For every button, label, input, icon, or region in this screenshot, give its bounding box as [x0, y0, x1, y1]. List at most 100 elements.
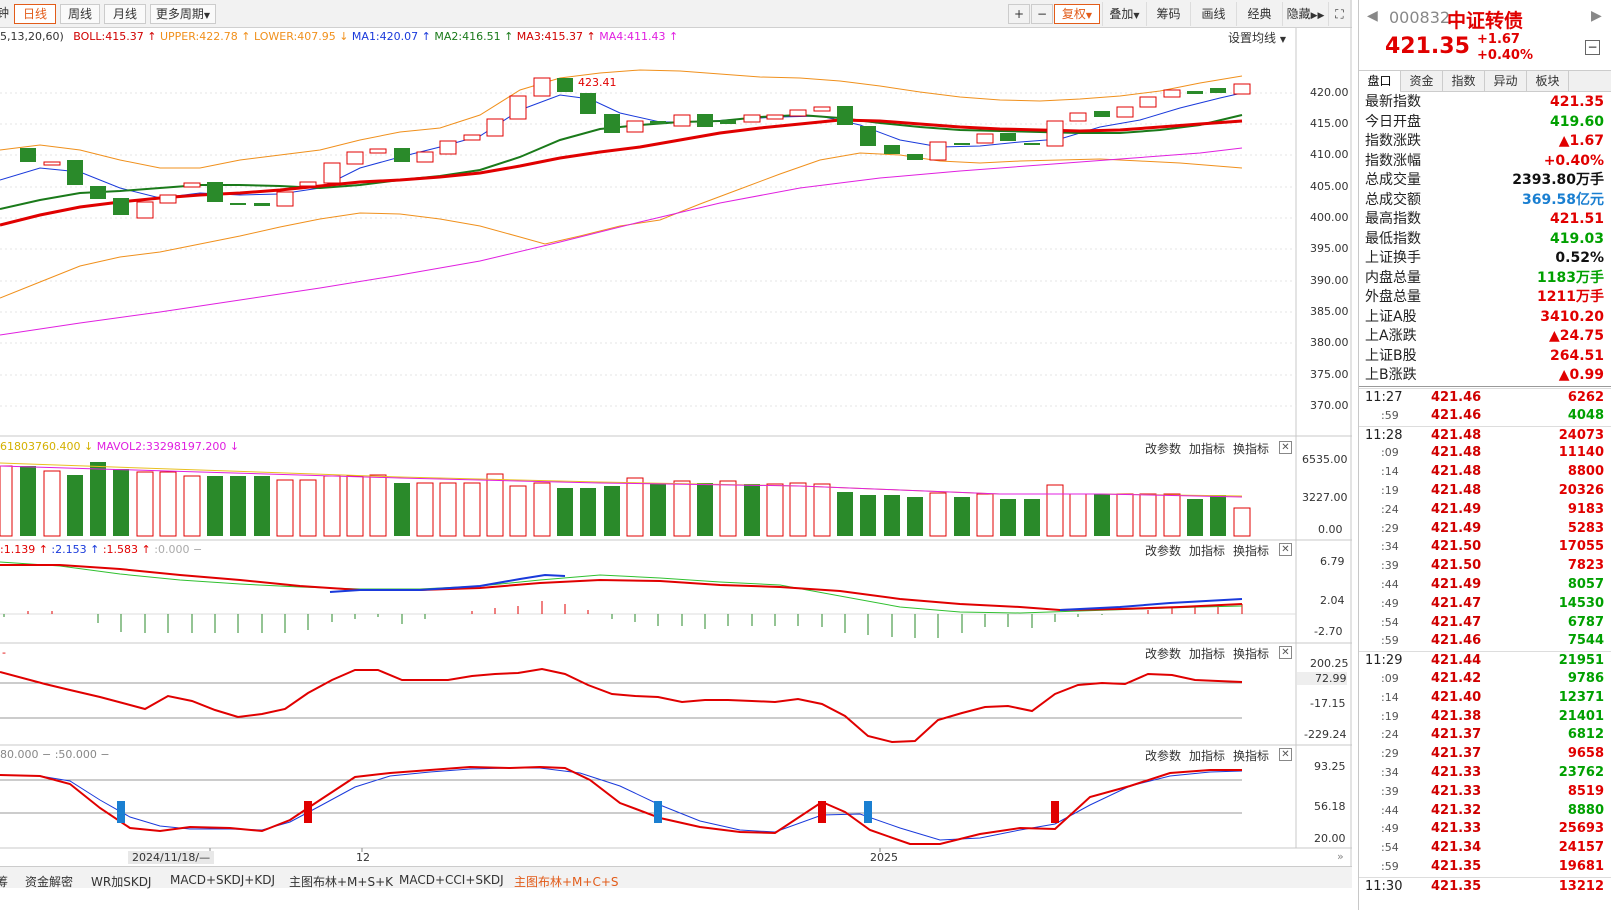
candle-bull — [533, 77, 551, 97]
tick-volume: 8519 — [1567, 783, 1604, 799]
stat-value: +0.40% — [1543, 152, 1604, 169]
stat-label: 最高指数 — [1365, 211, 1421, 227]
candle-bear — [394, 148, 410, 162]
candle-bull — [299, 181, 317, 187]
template-tab[interactable]: MACD+SKDJ+KDJ — [170, 873, 275, 887]
candle-bear — [1000, 133, 1016, 141]
kdj-switch-indicator-button[interactable]: 换指标 — [1233, 747, 1269, 764]
template-tab[interactable]: 主图布林+M+S+K — [289, 873, 393, 890]
template-tab[interactable]: 筹 — [0, 873, 8, 890]
cci-line — [0, 667, 1243, 744]
candle-bear — [720, 120, 736, 124]
tick-price: 421.33 — [1431, 765, 1482, 780]
scroll-right-icon[interactable]: » — [1337, 850, 1344, 863]
cci-switch-indicator-button[interactable]: 换指标 — [1233, 645, 1269, 662]
stat-row: 指数涨幅 +0.40% — [1359, 152, 1611, 172]
arrow-down-icon: ↓ — [80, 440, 97, 453]
tick-time: :19 — [1381, 709, 1399, 723]
template-tab-active[interactable]: 主图布林+M+C+S — [514, 873, 619, 890]
candle-bear — [837, 106, 853, 125]
candle-bull — [1139, 96, 1157, 108]
tick-time: :09 — [1381, 672, 1399, 685]
candle-bear — [1094, 111, 1110, 117]
kdj-params-button[interactable]: 改参数 — [1145, 747, 1181, 764]
template-tab[interactable]: 资金解密 — [25, 873, 73, 890]
tick-time: :54 — [1381, 615, 1399, 629]
tick-time: :34 — [1381, 540, 1399, 554]
tick-row: :14 421.48 8800 — [1359, 463, 1611, 482]
candle-bull — [1046, 120, 1064, 147]
candle-bull — [323, 162, 341, 184]
cci-close-icon[interactable]: ✕ — [1279, 646, 1292, 659]
tick-price: 421.33 — [1431, 821, 1482, 837]
kdj-add-indicator-button[interactable]: 加指标 — [1189, 747, 1225, 764]
tick-time: :59 — [1381, 634, 1399, 648]
candle-bull — [766, 114, 784, 120]
tick-volume: 9183 — [1567, 501, 1604, 517]
tick-time: :44 — [1381, 803, 1399, 817]
tick-time: :29 — [1381, 521, 1399, 535]
macd-dea-green-line — [0, 561, 1243, 614]
stat-label: 最低指数 — [1365, 230, 1421, 247]
tick-price: 421.32 — [1431, 802, 1482, 818]
tick-row: :44 421.49 8057 — [1359, 576, 1611, 595]
stat-value: 0.52% — [1555, 250, 1604, 266]
stat-label: 外盘总量 — [1365, 289, 1421, 305]
tab-anomaly[interactable]: 异动 — [1485, 71, 1527, 92]
prev-symbol-icon[interactable]: ◀ — [1367, 8, 1378, 24]
kdj-close-icon[interactable]: ✕ — [1279, 748, 1292, 761]
stat-value: 421.35 — [1549, 94, 1604, 110]
vol-close-icon[interactable]: ✕ — [1279, 441, 1292, 454]
macd-params-button[interactable]: 改参数 — [1145, 542, 1181, 559]
vol-add-indicator-button[interactable]: 加指标 — [1189, 440, 1225, 457]
tick-row: :09 421.48 11140 — [1359, 444, 1611, 463]
tick-row: :59 421.46 4048 — [1359, 407, 1611, 426]
arrow-up-icon: ↑ — [138, 543, 155, 556]
tick-price: 421.48 — [1431, 464, 1482, 480]
tick-row: :14 421.40 12371 — [1359, 689, 1611, 708]
macd-close-icon[interactable]: ✕ — [1279, 543, 1292, 556]
next-symbol-icon[interactable]: ▶ — [1591, 8, 1602, 24]
ma4-line — [0, 147, 1243, 336]
stat-row: 上B涨跌 ▲0.99 — [1359, 366, 1611, 386]
stat-row: 总成交额 369.58亿元 — [1359, 191, 1611, 211]
cci-add-indicator-button[interactable]: 加指标 — [1189, 645, 1225, 662]
stat-value: 1211万手 — [1537, 289, 1604, 305]
collapse-icon[interactable]: − — [1585, 40, 1600, 55]
candle-bear — [697, 114, 713, 127]
macd-add-indicator-button[interactable]: 加指标 — [1189, 542, 1225, 559]
macd-switch-indicator-button[interactable]: 换指标 — [1233, 542, 1269, 559]
tick-time: 11:27 — [1365, 390, 1403, 405]
stat-label: 上B涨跌 — [1365, 367, 1417, 383]
tick-row: :09 421.42 9786 — [1359, 670, 1611, 689]
tab-handicap[interactable]: 盘口 — [1359, 71, 1401, 92]
tick-row: :39 421.33 8519 — [1359, 783, 1611, 802]
tick-row: :19 421.48 20326 — [1359, 482, 1611, 501]
tick-price: 421.44 — [1431, 653, 1482, 669]
tick-time: :14 — [1381, 465, 1399, 479]
tab-index[interactable]: 指数 — [1443, 71, 1485, 92]
tick-row: :59 421.46 7544 — [1359, 632, 1611, 651]
kline-chart-area[interactable] — [0, 0, 1352, 866]
cci-params-button[interactable]: 改参数 — [1145, 645, 1181, 662]
stat-label: 总成交额 — [1365, 191, 1421, 208]
kdj-signal-bar — [304, 801, 312, 823]
stat-value: 419.60 — [1549, 113, 1604, 130]
vol-switch-indicator-button[interactable]: 换指标 — [1233, 440, 1269, 457]
stat-label: 上证A股 — [1365, 308, 1417, 325]
stat-label: 上证换手 — [1365, 250, 1421, 266]
stat-row: 指数涨跌 ▲1.67 — [1359, 132, 1611, 152]
tab-sector[interactable]: 板块 — [1527, 71, 1569, 92]
vol-params-button[interactable]: 改参数 — [1145, 440, 1181, 457]
kdj-signal-bar — [654, 801, 662, 823]
tab-funds[interactable]: 资金 — [1401, 71, 1443, 92]
tick-price: 421.48 — [1431, 445, 1482, 461]
tick-time: 11:30 — [1365, 878, 1403, 894]
candle-bear — [207, 182, 223, 202]
price-change: +1.67 — [1477, 32, 1520, 47]
tick-time: :24 — [1381, 502, 1399, 516]
template-tab[interactable]: MACD+CCI+SKDJ — [399, 873, 504, 887]
candle-bull — [976, 133, 994, 144]
tick-row: :34 421.50 17055 — [1359, 538, 1611, 557]
template-tab[interactable]: WR加SKDJ — [91, 873, 151, 890]
